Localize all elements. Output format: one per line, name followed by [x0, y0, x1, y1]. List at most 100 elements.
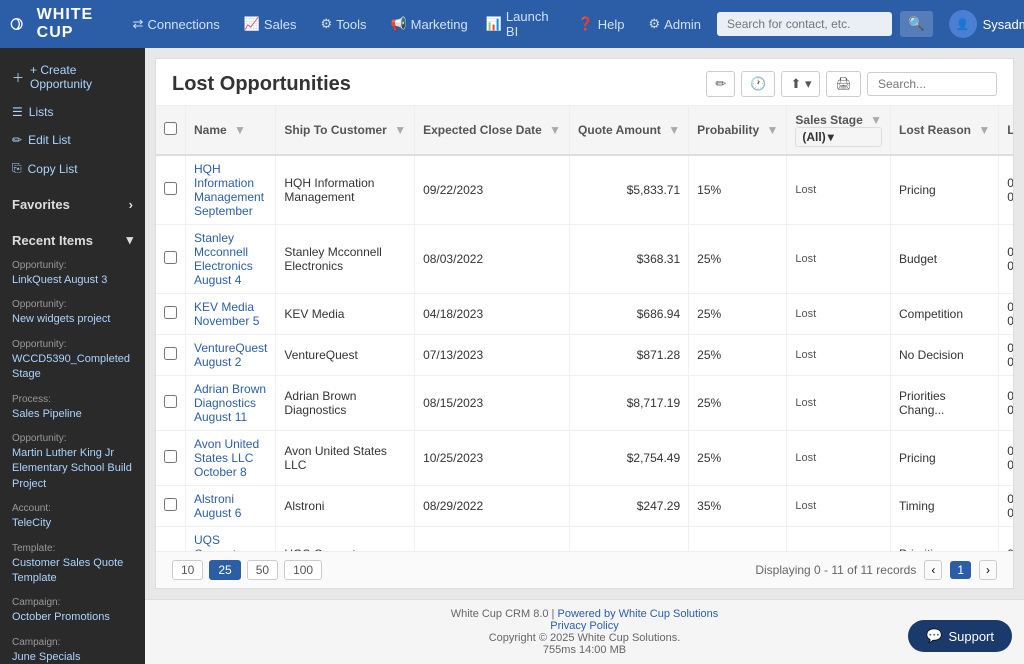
row-name-5[interactable]: Avon United States LLC October 8: [186, 431, 276, 486]
row-ship-to-3: VentureQuest: [276, 335, 415, 376]
row-quote-amount-2: $686.94: [570, 294, 689, 335]
global-search-input[interactable]: [717, 12, 892, 36]
row-lost-reason-2: Competition: [891, 294, 999, 335]
chevron-down-icon: ▾: [126, 232, 133, 248]
recent-items-header[interactable]: Recent Items ▾: [0, 226, 145, 254]
help-btn[interactable]: ❓ Help: [570, 12, 633, 36]
row-checkbox-3[interactable]: [164, 347, 177, 360]
footer-line3: Copyright © 2025 White Cup Solutions.: [153, 632, 1016, 644]
sales-stage-dropdown[interactable]: (All) ▾: [795, 127, 882, 147]
table-body: HQH Information Management September HQH…: [156, 155, 1013, 551]
row-checkbox-5[interactable]: [164, 450, 177, 463]
row-sales-stage-6: Lost: [787, 486, 891, 527]
edit-view-btn[interactable]: ✏: [706, 71, 735, 97]
global-search-button[interactable]: 🔍: [900, 11, 933, 37]
page-size-10[interactable]: 10: [172, 560, 203, 580]
row-name-2[interactable]: KEV Media November 5: [186, 294, 276, 335]
table-search-input[interactable]: [867, 72, 997, 96]
ship-to-filter-icon[interactable]: ▼: [394, 123, 406, 137]
next-page-btn[interactable]: ›: [979, 560, 997, 580]
row-close-date-1: 08/03/2022: [415, 225, 570, 294]
row-name-6[interactable]: Alstroni August 6: [186, 486, 276, 527]
sidebar-copy-list-btn[interactable]: ⎘ Copy List: [0, 154, 145, 183]
privacy-policy-link[interactable]: Privacy Policy: [550, 620, 618, 632]
row-name-3[interactable]: VentureQuest August 2: [186, 335, 276, 376]
page-size-100[interactable]: 100: [284, 560, 322, 580]
row-checkbox-cell-6[interactable]: [156, 486, 186, 527]
prev-page-btn[interactable]: ‹: [924, 560, 942, 580]
recent-item-3: Process: Sales Pipeline: [0, 388, 145, 427]
close-date-filter-icon[interactable]: ▼: [549, 123, 561, 137]
probability-filter-icon[interactable]: ▼: [767, 123, 779, 137]
table-row: Stanley Mcconnell Electronics August 4 S…: [156, 225, 1013, 294]
page-size-50[interactable]: 50: [247, 560, 278, 580]
row-last-activity-2: 01/28/2025 01:54 PM: [999, 294, 1013, 335]
sidebar-lists-btn[interactable]: ☰ Lists: [0, 98, 145, 126]
print-btn[interactable]: 🖨: [826, 71, 861, 97]
quote-amount-filter-icon[interactable]: ▼: [668, 123, 680, 137]
nav-tools[interactable]: ⚙ Tools: [310, 10, 376, 38]
row-checkbox-1[interactable]: [164, 251, 177, 264]
row-name-1[interactable]: Stanley Mcconnell Electronics August 4: [186, 225, 276, 294]
row-checkbox-cell-2[interactable]: [156, 294, 186, 335]
col-last-activity[interactable]: Last Activity: [999, 106, 1013, 155]
row-name-4[interactable]: Adrian Brown Diagnostics August 11: [186, 376, 276, 431]
nav-right: 📊 Launch BI ❓ Help ⚙ Admin 🔍 👤 Sysadmin …: [478, 5, 1024, 43]
history-btn[interactable]: 🕐: [741, 71, 775, 97]
support-icon: 💬: [926, 628, 942, 644]
admin-btn[interactable]: ⚙ Admin: [641, 12, 710, 36]
col-close-date[interactable]: Expected Close Date ▼: [415, 106, 570, 155]
select-all-checkbox[interactable]: [164, 122, 177, 135]
row-checkbox-cell-0[interactable]: [156, 155, 186, 225]
user-area[interactable]: 👤 Sysadmin 🔔 62: [941, 6, 1024, 42]
table-row: HQH Information Management September HQH…: [156, 155, 1013, 225]
name-filter-icon[interactable]: ▼: [234, 123, 246, 137]
page-size-25[interactable]: 25: [209, 560, 240, 580]
row-checkbox-0[interactable]: [164, 182, 177, 195]
logo-area[interactable]: WHITE CUP: [10, 6, 103, 42]
nav-marketing[interactable]: 📢 Marketing: [380, 10, 477, 38]
page-sizes: 10 25 50 100: [172, 560, 322, 580]
row-checkbox-6[interactable]: [164, 498, 177, 511]
row-checkbox-cell-1[interactable]: [156, 225, 186, 294]
current-page-num: 1: [950, 561, 971, 579]
row-checkbox-cell-4[interactable]: [156, 376, 186, 431]
table-row: VentureQuest August 2 VentureQuest 07/13…: [156, 335, 1013, 376]
row-last-activity-6: 01/28/2025 01:52 PM: [999, 486, 1013, 527]
export-btn[interactable]: ⬆ ▾: [781, 71, 820, 97]
row-sales-stage-1: Lost: [787, 225, 891, 294]
col-ship-to[interactable]: Ship To Customer ▼: [276, 106, 415, 155]
row-probability-3: 25%: [689, 335, 787, 376]
row-lost-reason-7: Priorities Chang...: [891, 527, 999, 552]
row-checkbox-4[interactable]: [164, 395, 177, 408]
row-last-activity-4: 01/28/2025 01:52 PM: [999, 376, 1013, 431]
select-all-checkbox-cell[interactable]: [156, 106, 186, 155]
col-sales-stage[interactable]: Sales Stage ▼ (All) ▾: [787, 106, 891, 155]
create-opportunity-btn[interactable]: ＋ + Create Opportunity: [0, 56, 145, 98]
lost-reason-filter-icon[interactable]: ▼: [978, 123, 990, 137]
sales-stage-filter-icon[interactable]: ▼: [870, 113, 882, 127]
row-name-7[interactable]: UQS Computers - 110763 September9: [186, 527, 276, 552]
col-probability[interactable]: Probability ▼: [689, 106, 787, 155]
row-checkbox-2[interactable]: [164, 306, 177, 319]
table-row: KEV Media November 5 KEV Media 04/18/202…: [156, 294, 1013, 335]
sales-icon: 📈: [244, 16, 260, 32]
row-checkbox-cell-7[interactable]: [156, 527, 186, 552]
footer: White Cup CRM 8.0 | Powered by White Cup…: [145, 599, 1024, 664]
row-checkbox-cell-5[interactable]: [156, 431, 186, 486]
row-checkbox-cell-3[interactable]: [156, 335, 186, 376]
row-close-date-6: 08/29/2022: [415, 486, 570, 527]
nav-connections[interactable]: ⇄ Connections: [123, 10, 230, 38]
powered-by-link[interactable]: Powered by White Cup Solutions: [557, 608, 718, 620]
support-button[interactable]: 💬 Support: [908, 620, 1012, 652]
row-close-date-3: 07/13/2023: [415, 335, 570, 376]
col-name[interactable]: Name ▼: [186, 106, 276, 155]
sidebar: ＋ + Create Opportunity ☰ Lists ✏ Edit Li…: [0, 48, 145, 664]
sidebar-edit-list-btn[interactable]: ✏ Edit List: [0, 126, 145, 154]
launch-bi-btn[interactable]: 📊 Launch BI: [478, 5, 562, 43]
nav-sales[interactable]: 📈 Sales: [234, 10, 307, 38]
row-name-0[interactable]: HQH Information Management September: [186, 155, 276, 225]
col-quote-amount[interactable]: Quote Amount ▼: [570, 106, 689, 155]
col-lost-reason[interactable]: Lost Reason ▼: [891, 106, 999, 155]
favorites-section[interactable]: Favorites ›: [0, 191, 145, 218]
